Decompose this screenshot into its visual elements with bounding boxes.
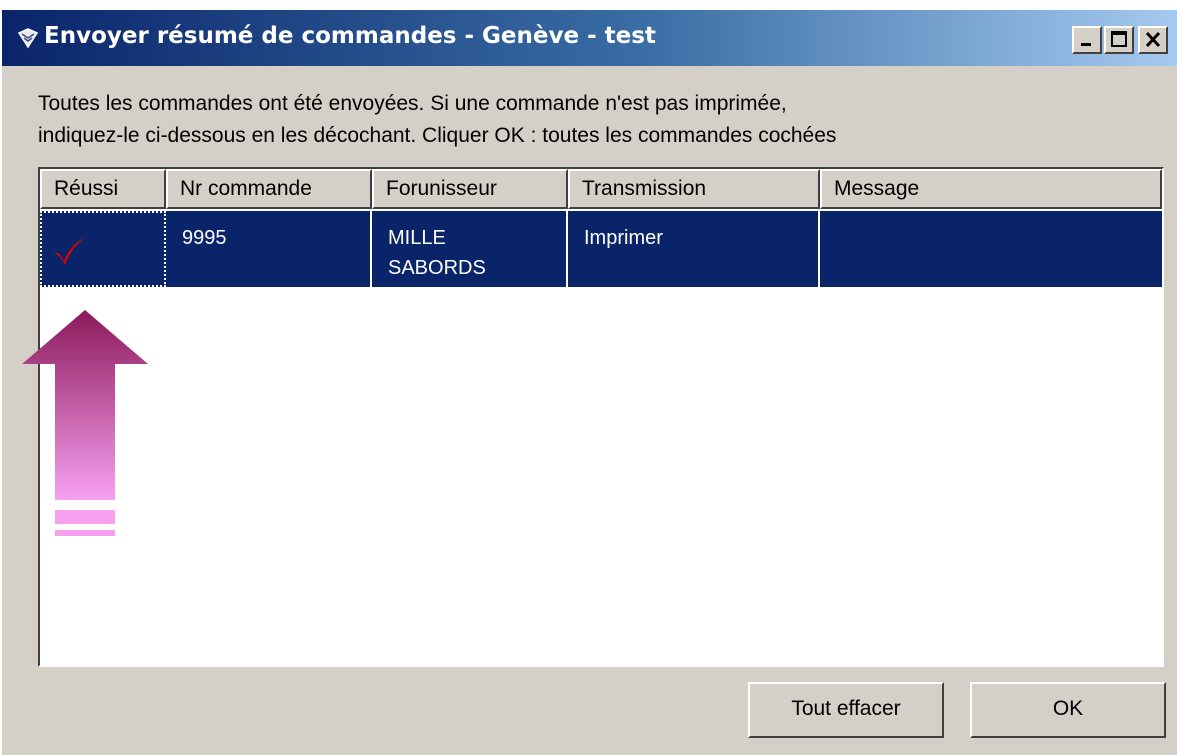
column-header-message[interactable]: Message (820, 169, 1162, 209)
ok-button[interactable]: OK (970, 682, 1166, 738)
message-cell (820, 211, 1162, 287)
dialog-window: Envoyer résumé de commandes - Genève - t… (0, 8, 1177, 755)
column-header-success[interactable]: Réussi (40, 169, 166, 209)
supplier-line-1: MILLE (388, 227, 446, 249)
success-checkbox-cell[interactable] (40, 211, 166, 287)
instructions-text: Toutes les commandes ont été envoyées. S… (38, 88, 1138, 174)
close-icon (1145, 31, 1161, 48)
instructions-line-1: Toutes les commandes ont été envoyées. S… (38, 92, 787, 115)
column-header-supplier[interactable]: Forunisseur (372, 169, 568, 209)
transmission-cell: Imprimer (568, 211, 820, 287)
supplier-line-2: SABORDS (388, 257, 486, 279)
minimize-button[interactable] (1072, 26, 1102, 54)
up-arrow-icon (22, 310, 148, 536)
transmission-value: Imprimer (584, 227, 663, 249)
minimize-icon (1081, 43, 1091, 46)
column-header-number[interactable]: Nr commande (166, 169, 372, 209)
maximize-icon (1111, 31, 1127, 47)
orders-table: Réussi Nr commande Forunisseur Transmiss… (38, 167, 1164, 667)
supplier-cell: MILLE SABORDS (372, 211, 568, 287)
close-button[interactable] (1138, 26, 1168, 54)
app-icon (17, 28, 39, 49)
checkmark-icon (54, 238, 84, 265)
window-title: Envoyer résumé de commandes - Genève - t… (44, 23, 656, 49)
clear-all-button[interactable]: Tout effacer (748, 682, 944, 738)
title-bar[interactable]: Envoyer résumé de commandes - Genève - t… (2, 10, 1177, 66)
table-row[interactable]: 9995 MILLE SABORDS Imprimer (40, 211, 1162, 287)
order-number: 9995 (182, 227, 227, 249)
column-header-transmission[interactable]: Transmission (568, 169, 820, 209)
maximize-button[interactable] (1104, 26, 1134, 54)
instructions-line-2: indiquez-le ci-dessous en les décochant.… (38, 124, 837, 147)
order-number-cell: 9995 (166, 211, 372, 287)
table-header: Réussi Nr commande Forunisseur Transmiss… (40, 169, 1162, 209)
